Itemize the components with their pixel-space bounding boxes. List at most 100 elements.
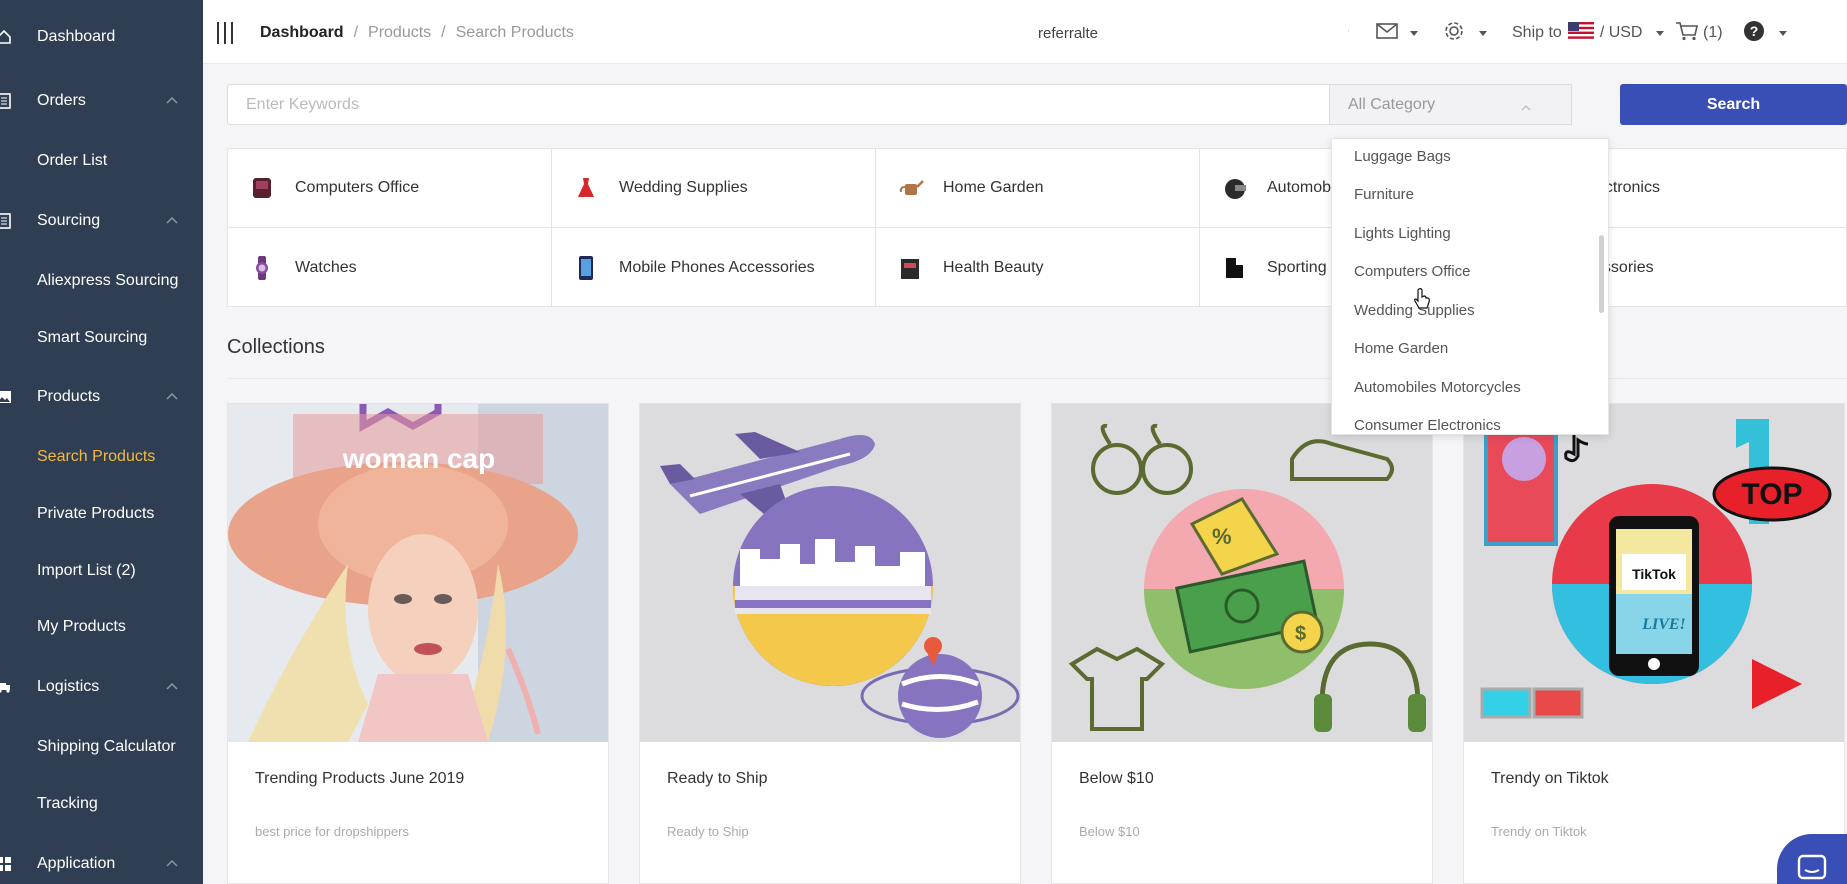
sidebar-item-products[interactable]: Products	[0, 377, 203, 417]
help-menu[interactable]: ?	[1743, 20, 1787, 44]
topbar-actions: ˑ Ship to / USD (1) ?	[203, 0, 1847, 64]
category-mobile-phones[interactable]: Mobile Phones Accessories	[552, 228, 876, 307]
collections-heading: Collections	[227, 336, 325, 358]
live-label: LIVE!	[1641, 616, 1686, 633]
sidebar-item-logistics[interactable]: Logistics	[0, 667, 203, 707]
collection-subtitle: Trendy on Tiktok	[1491, 824, 1587, 839]
main-content: Dashboard / Products / Search Products r…	[203, 0, 1847, 884]
sidebar-item-label: Orders	[37, 92, 86, 109]
settings-menu[interactable]	[1443, 21, 1487, 44]
us-flag-icon	[1567, 22, 1594, 44]
sidebar-item-sourcing[interactable]: Sourcing	[0, 201, 203, 241]
chat-support-button[interactable]	[1777, 834, 1847, 884]
chevron-up-icon	[164, 856, 180, 872]
sidebar-item-label: Smart Sourcing	[37, 329, 148, 346]
collection-image: TOP TikTok LIVE!	[1464, 404, 1844, 742]
cart-button[interactable]: (1)	[1675, 21, 1723, 46]
category-label: Wedding Supplies	[619, 179, 748, 196]
category-label: Watches	[295, 258, 357, 276]
sport-icon	[1222, 255, 1246, 281]
collection-image: woman cap	[228, 404, 608, 742]
sidebar-item-aliexpress-sourcing[interactable]: Aliexpress Sourcing	[0, 261, 203, 301]
dropdown-option[interactable]: Consumer Electronics	[1354, 417, 1501, 434]
sidebar-item-label: Tracking	[37, 795, 98, 812]
category-label: Health Beauty	[943, 258, 1044, 276]
category-computers-office[interactable]: Computers Office	[228, 149, 552, 228]
caret-down-icon	[1779, 30, 1787, 36]
sidebar-item-label: Application	[37, 855, 116, 872]
category-label: Sporting	[1267, 258, 1327, 276]
sidebar-item-label: Products	[37, 388, 101, 405]
hand-cursor-icon	[1413, 288, 1431, 310]
collection-title: Ready to Ship	[667, 770, 768, 787]
image-icon	[0, 389, 12, 405]
svg-text:%: %	[1212, 524, 1232, 549]
truck-icon	[0, 679, 12, 695]
search-button[interactable]: Search	[1620, 84, 1847, 125]
category-watches[interactable]: Watches	[228, 228, 552, 307]
dropdown-option[interactable]: Home Garden	[1354, 340, 1448, 357]
sidebar-item-search-products[interactable]: Search Products	[0, 437, 203, 477]
collection-card-tiktok[interactable]: TOP TikTok LIVE! Trendy on Tiktok Trendy…	[1463, 403, 1845, 884]
sidebar-item-private-products[interactable]: Private Products	[0, 494, 203, 534]
sidebar-item-my-products[interactable]: My Products	[0, 607, 203, 647]
chevron-up-icon	[164, 679, 180, 695]
sidebar-item-shipping-calculator[interactable]: Shipping Calculator	[0, 727, 203, 767]
svg-text:$: $	[1295, 623, 1306, 645]
chevron-up-icon	[164, 213, 180, 229]
category-select[interactable]: All Category	[1329, 84, 1572, 125]
dropdown-option[interactable]: Lights Lighting	[1354, 225, 1451, 242]
collection-card-ready-to-ship[interactable]: Ready to Ship Ready to Ship	[639, 403, 1021, 884]
top-bar: Dashboard / Products / Search Products r…	[203, 0, 1847, 64]
collection-card-trending[interactable]: woman cap Trending Products June 2019 be…	[227, 403, 609, 884]
currency-label: / USD	[1599, 24, 1643, 41]
collection-card-below-10[interactable]: % $ Below $10 Below $10	[1051, 403, 1433, 884]
collection-image	[640, 404, 1020, 742]
category-label: Automob	[1267, 179, 1332, 196]
collection-subtitle: Below $10	[1079, 824, 1140, 839]
keyword-search-input[interactable]	[227, 84, 1332, 125]
home-icon	[0, 29, 12, 45]
dropdown-option[interactable]: Automobiles Motorcycles	[1354, 379, 1521, 396]
sidebar-item-label: Import List (2)	[37, 562, 136, 579]
cart-icon	[1675, 21, 1699, 46]
sidebar-item-label: Sourcing	[37, 212, 101, 229]
chevron-up-icon	[164, 93, 180, 109]
watering-can-icon	[898, 175, 924, 201]
category-home-garden[interactable]: Home Garden	[876, 149, 1200, 228]
sidebar-item-import-list[interactable]: Import List (2)	[0, 551, 203, 591]
sidebar-item-label: Search Products	[37, 448, 156, 465]
sidebar-item-label: Logistics	[37, 678, 100, 695]
sidebar-item-order-list[interactable]: Order List	[0, 141, 203, 181]
collection-title: Below $10	[1079, 770, 1154, 787]
sidebar-item-tracking[interactable]: Tracking	[0, 784, 203, 824]
caret-down-icon	[1479, 30, 1487, 36]
dropdown-option[interactable]: Furniture	[1354, 186, 1414, 203]
sidebar-item-label: Shipping Calculator	[37, 738, 176, 755]
list-icon	[0, 213, 12, 229]
category-health-beauty[interactable]: Health Beauty	[876, 228, 1200, 307]
sidebar-item-application[interactable]: Application	[0, 844, 203, 884]
category-select-value: All Category	[1348, 95, 1436, 113]
ship-to-selector[interactable]: Ship to / USD	[1512, 22, 1665, 44]
category-label: Computers Office	[295, 179, 420, 196]
dropdown-option[interactable]: Luggage Bags	[1354, 148, 1451, 165]
mail-icon	[1376, 22, 1398, 44]
sidebar-item-label: Private Products	[37, 505, 155, 522]
chevron-up-icon	[1521, 100, 1531, 111]
chevron-up-icon	[164, 389, 180, 405]
computer-icon	[250, 175, 274, 201]
dropdown-scrollbar[interactable]	[1599, 235, 1604, 313]
sidebar-item-orders[interactable]: Orders	[0, 81, 203, 121]
sidebar-item-smart-sourcing[interactable]: Smart Sourcing	[0, 318, 203, 358]
collection-subtitle: Ready to Ship	[667, 824, 749, 839]
tiktok-label: TikTok	[1632, 566, 1676, 582]
sidebar-item-dashboard[interactable]: Dashboard	[0, 17, 203, 57]
category-wedding-supplies[interactable]: Wedding Supplies	[552, 149, 876, 228]
category-label: Home Garden	[943, 179, 1044, 196]
sidebar-item-label: My Products	[37, 618, 126, 635]
sidebar: Dashboard Orders Order List Sourcing Ali…	[0, 0, 203, 884]
mail-menu[interactable]	[1376, 22, 1418, 44]
sidebar-item-label: Order List	[37, 152, 108, 169]
dropdown-option[interactable]: Computers Office	[1354, 263, 1470, 280]
